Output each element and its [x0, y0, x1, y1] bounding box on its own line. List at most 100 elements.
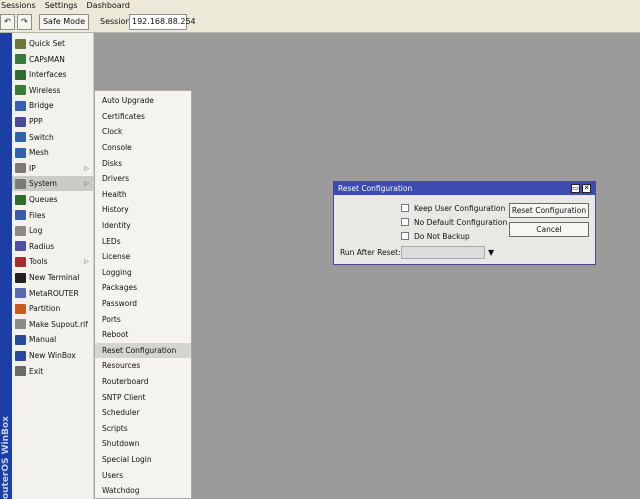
submenu-item-drivers[interactable]: Drivers [95, 171, 191, 187]
ip-icon [15, 163, 26, 174]
main-menu-label: Interfaces [29, 70, 67, 80]
main-menu-label: Manual [29, 335, 57, 345]
submenu-arrow-icon: ▷ [84, 164, 89, 172]
submenu-item-packages[interactable]: Packages [95, 280, 191, 296]
submenu-item-watchdog[interactable]: Watchdog [95, 483, 191, 499]
submenu-item-reboot[interactable]: Reboot [95, 327, 191, 343]
files-icon [15, 210, 26, 221]
submenu-item-history[interactable]: History [95, 202, 191, 218]
dialog-title: Reset Configuration [338, 184, 413, 193]
submenu-item-users[interactable]: Users [95, 467, 191, 483]
main-menu-label: IP [29, 163, 36, 173]
submenu-item-license[interactable]: License [95, 249, 191, 265]
do-not-backup-row[interactable]: Do Not Backup [401, 230, 470, 242]
menu-settings[interactable]: Settings [45, 0, 78, 11]
main-menu-item-files[interactable]: Files [12, 208, 94, 223]
submenu-item-scripts[interactable]: Scripts [95, 421, 191, 437]
supout-icon [15, 319, 26, 330]
submenu-item-sntp-client[interactable]: SNTP Client [95, 389, 191, 405]
main-menu-item-switch[interactable]: Switch [12, 130, 94, 145]
main-menu-item-capsman[interactable]: CAPsMAN [12, 52, 94, 67]
main-menu-item-manual[interactable]: Manual [12, 332, 94, 347]
submenu-item-console[interactable]: Console [95, 140, 191, 156]
main-menu-item-metarouter[interactable]: MetaROUTER [12, 286, 94, 301]
main-menu-item-log[interactable]: Log [12, 223, 94, 238]
system-submenu: Auto Upgrade Certificates Clock Console Disk… [94, 90, 192, 499]
no-default-config-label: No Default Configuration [414, 217, 508, 227]
submenu-item-health[interactable]: Health [95, 187, 191, 203]
do-not-backup-label: Do Not Backup [414, 231, 470, 241]
main-menu-label: Radius [29, 241, 55, 251]
cancel-button[interactable]: Cancel [509, 222, 589, 237]
submenu-item-disks[interactable]: Disks [95, 155, 191, 171]
submenu-item-scheduler[interactable]: Scheduler [95, 405, 191, 421]
main-menu-item-system[interactable]: System ▷ [12, 176, 94, 192]
toolbar: ↶ ↷ Safe Mode Session: 192.168.88.254 [0, 11, 640, 33]
main-menu-item-new-winbox[interactable]: New WinBox [12, 348, 94, 363]
submenu-item-clock[interactable]: Clock [95, 124, 191, 140]
dialog-titlebar[interactable]: Reset Configuration ▭ ✕ [334, 182, 595, 195]
main-menu-item-interfaces[interactable]: Interfaces [12, 67, 94, 82]
main-menu-label: Mesh [29, 148, 49, 158]
submenu-item-special-login[interactable]: Special Login [95, 452, 191, 468]
submenu-item-password[interactable]: Password [95, 296, 191, 312]
redo-icon[interactable]: ↷ [17, 14, 32, 30]
manual-icon [15, 334, 26, 345]
main-menu-label: Switch [29, 132, 54, 142]
submenu-item-routerboard[interactable]: Routerboard [95, 374, 191, 390]
undo-icon[interactable]: ↶ [0, 14, 15, 30]
ppp-icon [15, 116, 26, 127]
keep-user-config-row[interactable]: Keep User Configuration [401, 202, 505, 214]
minimize-icon[interactable]: ▭ [571, 184, 580, 193]
queues-icon [15, 194, 26, 205]
wireless-icon [15, 85, 26, 96]
main-menu-item-bridge[interactable]: Bridge [12, 98, 94, 113]
main-menu-label: Wireless [29, 85, 61, 95]
submenu-item-resources[interactable]: Resources [95, 358, 191, 374]
switch-icon [15, 132, 26, 143]
banner-text: RouterOS WinBox [1, 416, 11, 499]
submenu-item-shutdown[interactable]: Shutdown [95, 436, 191, 452]
submenu-item-logging[interactable]: Logging [95, 265, 191, 281]
main-menu-label: CAPsMAN [29, 54, 65, 64]
chevron-down-icon[interactable]: ▼ [488, 246, 494, 259]
main-menu-item-radius[interactable]: Radius [12, 239, 94, 254]
no-default-config-row[interactable]: No Default Configuration [401, 216, 507, 228]
menu-sessions[interactable]: Sessions [1, 0, 36, 11]
safe-mode-button[interactable]: Safe Mode [39, 14, 89, 30]
main-menu-label: System [29, 179, 57, 189]
main-menu-item-ppp[interactable]: PPP [12, 114, 94, 129]
main-menu-item-partition[interactable]: Partition [12, 301, 94, 316]
submenu-item-auto-upgrade[interactable]: Auto Upgrade [95, 93, 191, 109]
main-menu-label: Files [29, 210, 46, 220]
main-menu-label: MetaROUTER [29, 288, 79, 298]
system-icon [15, 178, 26, 189]
session-field[interactable]: 192.168.88.254 [129, 14, 196, 30]
submenu-item-reset-configuration[interactable]: Reset Configuration [95, 342, 191, 359]
menu-dashboard[interactable]: Dashboard [87, 0, 130, 11]
main-menu-label: Bridge [29, 101, 54, 111]
reset-configuration-button[interactable]: Reset Configuration [509, 203, 589, 218]
close-icon[interactable]: ✕ [582, 184, 591, 193]
no-default-config-checkbox[interactable] [401, 218, 409, 226]
submenu-item-certificates[interactable]: Certificates [95, 109, 191, 125]
keep-user-config-checkbox[interactable] [401, 204, 409, 212]
main-menu-item-make-supout-rif[interactable]: Make Supout.rif [12, 317, 94, 332]
main-menu-item-wireless[interactable]: Wireless [12, 83, 94, 98]
main-menu-item-quick-set[interactable]: Quick Set [12, 36, 94, 51]
main-menu-item-ip[interactable]: IP ▷ [12, 161, 94, 176]
metarouter-icon [15, 288, 26, 299]
submenu-item-identity[interactable]: Identity [95, 218, 191, 234]
main-menu-label: Queues [29, 195, 58, 204]
main-menu-item-new-terminal[interactable]: New Terminal [12, 270, 94, 285]
do-not-backup-checkbox[interactable] [401, 232, 409, 240]
main-menu-item-mesh[interactable]: Mesh [12, 145, 94, 160]
main-menu-item-queues[interactable]: Queues [12, 192, 94, 207]
submenu-item-ports[interactable]: Ports [95, 311, 191, 327]
main-menu-item-tools[interactable]: Tools ▷ [12, 254, 94, 269]
main-menu-item-exit[interactable]: Exit [12, 364, 94, 379]
run-after-reset-field[interactable] [401, 246, 485, 259]
submenu-item-leds[interactable]: LEDs [95, 233, 191, 249]
menu-bar: Sessions Settings Dashboard [0, 0, 640, 11]
submenu-arrow-icon: ▷ [84, 258, 89, 266]
